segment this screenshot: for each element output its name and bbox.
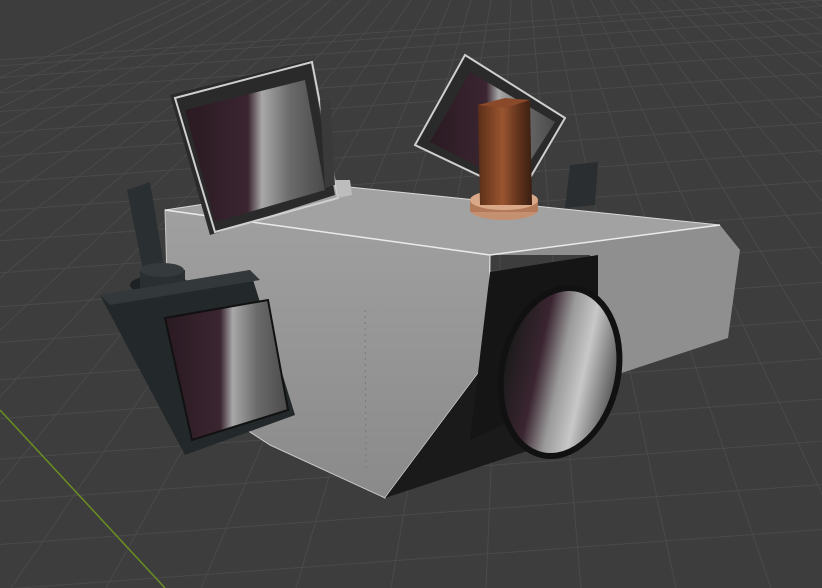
3d-viewport[interactable]: [0, 0, 822, 588]
right-knob[interactable]: [565, 162, 598, 208]
copper-post[interactable]: [470, 98, 538, 220]
viewport-canvas: [0, 0, 822, 588]
